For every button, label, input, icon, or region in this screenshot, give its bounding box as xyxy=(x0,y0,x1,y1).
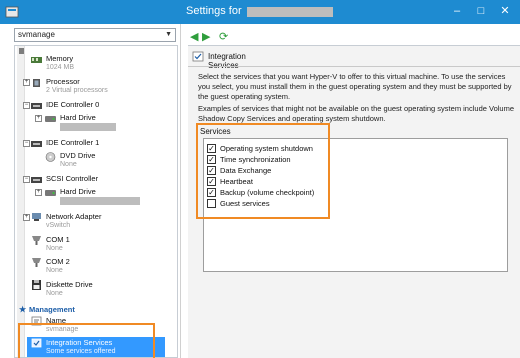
tree-scroll-thumb[interactable] xyxy=(19,48,24,54)
tree-item-label: COM 2 xyxy=(46,257,70,266)
pane-splitter[interactable] xyxy=(180,24,181,358)
window-title: Settings for xyxy=(186,5,242,17)
network-adapter-icon xyxy=(32,213,41,221)
tree-item-detail: vSwitch xyxy=(46,222,71,229)
vm-select-value: svmanage xyxy=(18,30,55,39)
tree-item-label: IDE Controller 1 xyxy=(46,138,100,147)
chevron-down-icon[interactable]: ▼ xyxy=(165,29,172,41)
details-title: Integration Services xyxy=(208,52,246,70)
controller-icon xyxy=(31,103,42,109)
expand-icon[interactable]: + xyxy=(23,79,30,86)
collapse-icon[interactable]: − xyxy=(23,140,30,147)
expand-icon[interactable]: + xyxy=(23,214,30,221)
maximize-button[interactable]: □ xyxy=(472,3,490,19)
minimize-button[interactable]: – xyxy=(448,3,466,19)
hard-drive-icon xyxy=(45,190,56,196)
forward-arrow-icon[interactable]: ▶ xyxy=(202,30,210,43)
description-text: Select the services that you want Hyper-… xyxy=(198,72,512,101)
refresh-icon[interactable]: ⟳ xyxy=(219,30,228,43)
tree-item-label: Diskette Drive xyxy=(46,280,93,289)
settings-app-icon xyxy=(5,6,19,18)
hardware-tree: Memory 1024 MB + Processor 2 Virtual pro… xyxy=(14,45,178,358)
tree-item-label: Hard Drive xyxy=(60,187,96,196)
tree-item-detail: 1024 MB xyxy=(46,64,75,71)
back-arrow-icon[interactable]: ◀ xyxy=(190,30,198,43)
com-port-icon xyxy=(32,258,41,267)
collapse-icon[interactable]: − xyxy=(23,102,30,109)
tree-item-label: SCSI Controller xyxy=(46,174,99,183)
hard-drive-icon xyxy=(45,116,56,122)
expand-icon[interactable]: + xyxy=(35,115,42,122)
controller-icon xyxy=(31,177,42,183)
examples-text: Examples of services that might not be a… xyxy=(198,104,515,123)
controller-icon xyxy=(31,141,42,147)
tree-item-label: Hard Drive xyxy=(60,113,96,122)
tree-item-detail: None xyxy=(46,290,63,297)
tree-item-detail: None xyxy=(60,161,77,168)
tree-item-label: DVD Drive xyxy=(60,151,96,160)
tree-item-detail: None xyxy=(46,245,63,252)
tree-item-detail: 2 Virtual processors xyxy=(46,87,108,94)
integration-services-icon xyxy=(192,51,204,62)
processor-icon xyxy=(33,79,40,87)
highlight-box-selected-item xyxy=(18,323,155,358)
star-icon: ★ xyxy=(19,305,27,314)
collapse-icon[interactable]: − xyxy=(23,176,30,183)
tree-item-detail: None xyxy=(46,267,63,274)
diskette-icon xyxy=(32,280,41,290)
tree-item-label: Memory xyxy=(46,54,74,63)
header-divider xyxy=(188,66,520,67)
vm-select-dropdown[interactable]: svmanage ▼ xyxy=(14,28,176,42)
dvd-drive-icon xyxy=(45,152,56,162)
section-title: Management xyxy=(29,305,75,314)
highlight-box-services xyxy=(196,123,330,219)
title-bar: Settings for – □ ✕ xyxy=(0,0,520,24)
redacted-path xyxy=(60,123,116,131)
redacted-vm-name xyxy=(247,7,333,17)
tree-item-label: IDE Controller 0 xyxy=(46,100,100,109)
redacted-path xyxy=(60,197,140,205)
tree-item-label: Processor xyxy=(46,77,80,86)
com-port-icon xyxy=(32,236,41,245)
expand-icon[interactable]: + xyxy=(35,189,42,196)
memory-icon xyxy=(31,57,42,63)
close-button[interactable]: ✕ xyxy=(496,3,514,19)
tree-item-label: COM 1 xyxy=(46,235,70,244)
tree-item-label: Network Adapter xyxy=(46,212,102,221)
